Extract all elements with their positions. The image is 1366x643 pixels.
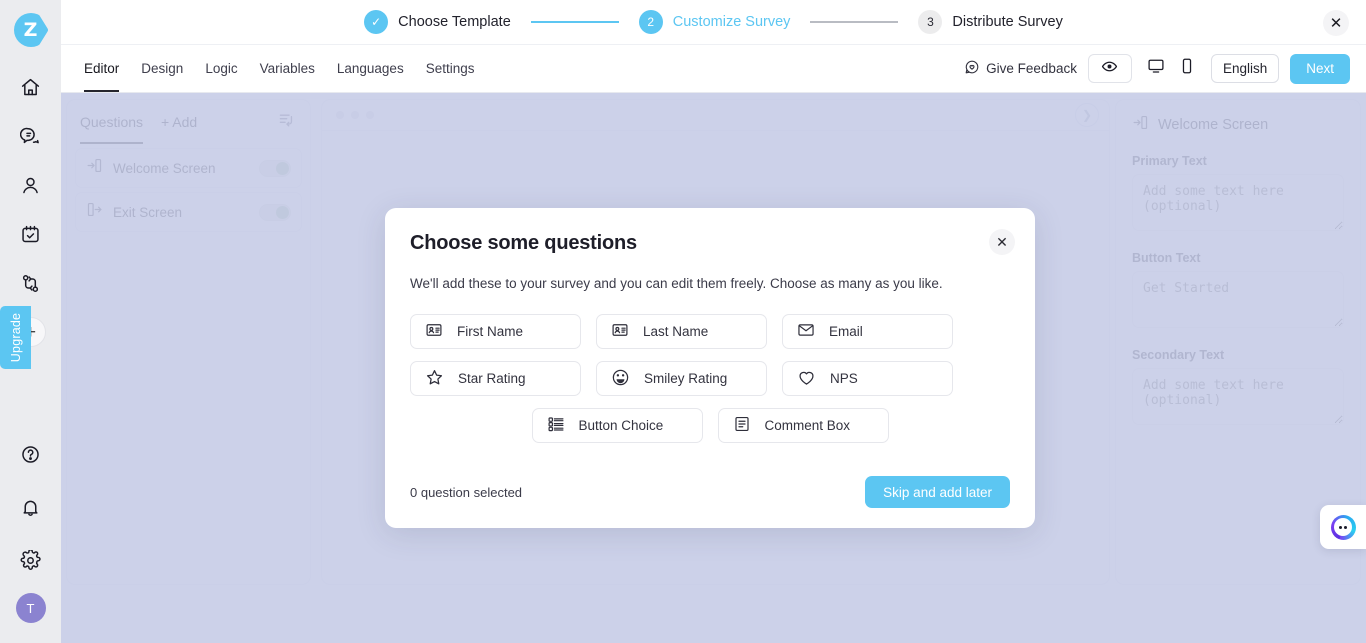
gear-icon	[20, 549, 41, 571]
contact-card-icon	[611, 321, 629, 342]
eye-icon	[1101, 58, 1118, 80]
chat-bot-widget[interactable]	[1320, 505, 1366, 549]
contact-card-icon	[425, 321, 443, 342]
toolbar-actions: Give Feedback English Next	[964, 53, 1366, 84]
modal-subtitle: We'll add these to your survey and you c…	[410, 276, 943, 291]
chip-label: First Name	[457, 324, 524, 339]
step-connector-1	[530, 21, 619, 23]
tab-editor[interactable]: Editor	[73, 45, 130, 92]
chip-nps[interactable]: NPS	[782, 361, 953, 396]
chip-comment-box[interactable]: Comment Box	[717, 408, 889, 443]
skip-and-add-later-button[interactable]: Skip and add later	[865, 476, 1010, 508]
sidebar-item-home[interactable]	[11, 67, 51, 107]
chip-star-rating[interactable]: Star Rating	[410, 361, 581, 396]
chip-button-choice[interactable]: Button Choice	[531, 408, 703, 443]
sidebar-item-tasks[interactable]	[11, 214, 51, 254]
preview-button[interactable]	[1087, 54, 1132, 83]
language-selector[interactable]: English	[1210, 54, 1280, 83]
step-bar: ✓ Choose Template 2 Customize Survey 3 D…	[61, 0, 1366, 45]
step-distribute-survey[interactable]: 3 Distribute Survey	[918, 10, 1063, 34]
next-button[interactable]: Next	[1290, 53, 1350, 84]
workflow-icon	[20, 273, 41, 294]
chip-label: Last Name	[643, 324, 709, 339]
mobile-view-button[interactable]	[1174, 56, 1200, 82]
desktop-view-button[interactable]	[1143, 56, 1169, 82]
tab-settings[interactable]: Settings	[415, 45, 486, 92]
heart-icon	[797, 368, 816, 390]
chat-icon	[20, 126, 41, 147]
chat-bot-eye-left	[1339, 525, 1342, 529]
give-feedback-button[interactable]: Give Feedback	[964, 59, 1077, 78]
chip-row-1: First Name Last Name Email	[410, 314, 1010, 349]
give-feedback-label: Give Feedback	[986, 61, 1077, 76]
step-2-marker: 2	[638, 10, 663, 34]
chat-bot-eye-right	[1344, 525, 1347, 529]
chip-smiley-rating[interactable]: Smiley Rating	[596, 361, 767, 396]
chip-last-name[interactable]: Last Name	[596, 314, 767, 349]
tab-design[interactable]: Design	[130, 45, 194, 92]
smiley-icon	[611, 368, 630, 390]
step-2-label: Customize Survey	[672, 14, 791, 30]
question-type-chips: First Name Last Name Email Star Rating S…	[410, 314, 1010, 443]
app-root: Z Upgrade T ✓ Choose Template 2 Customiz…	[0, 0, 1366, 643]
sidebar-item-inbox[interactable]	[11, 116, 51, 156]
chip-label: Button Choice	[578, 418, 664, 433]
modal-title: Choose some questions	[410, 232, 637, 254]
chip-label: NPS	[830, 371, 858, 386]
step-connector-2	[810, 21, 899, 23]
list-choice-icon	[547, 415, 565, 436]
modal-footer: 0 question selected Skip and add later	[410, 476, 1010, 508]
feedback-heart-chat-icon	[964, 59, 980, 78]
choose-questions-modal: Choose some questions ✕ We'll add these …	[385, 208, 1035, 528]
bell-icon	[20, 497, 41, 518]
sidebar-item-workflows[interactable]	[11, 263, 51, 303]
step-1-label: Choose Template	[398, 14, 511, 30]
device-toggle-group	[1143, 56, 1200, 82]
step-3-marker: 3	[918, 10, 943, 34]
app-logo[interactable]: Z	[13, 13, 48, 47]
left-rail: Z Upgrade T	[0, 0, 61, 643]
chip-email[interactable]: Email	[782, 314, 953, 349]
chip-row-2: Star Rating Smiley Rating NPS	[410, 361, 1010, 396]
step-3-label: Distribute Survey	[952, 14, 1063, 30]
tab-languages[interactable]: Languages	[326, 45, 415, 92]
upgrade-button[interactable]: Upgrade	[0, 306, 31, 369]
chip-row-3: Button Choice Comment Box	[410, 408, 1010, 443]
chip-label: Smiley Rating	[644, 371, 728, 386]
chat-bot-icon	[1330, 514, 1356, 540]
chip-label: Star Rating	[458, 371, 526, 386]
envelope-icon	[797, 321, 815, 342]
chip-label: Email	[829, 324, 863, 339]
star-icon	[425, 368, 444, 390]
chip-label: Comment Box	[764, 418, 851, 433]
mobile-icon	[1178, 57, 1196, 80]
tab-logic[interactable]: Logic	[194, 45, 248, 92]
step-1-marker: ✓	[364, 10, 389, 34]
tab-variables[interactable]: Variables	[249, 45, 326, 92]
step-customize-survey[interactable]: 2 Customize Survey	[638, 10, 791, 34]
step-list: ✓ Choose Template 2 Customize Survey 3 D…	[364, 10, 1063, 34]
task-icon	[20, 224, 41, 245]
selection-count: 0 question selected	[410, 484, 523, 500]
logo-letter: Z	[23, 18, 38, 41]
help-icon	[20, 444, 41, 465]
desktop-icon	[1147, 57, 1165, 80]
user-icon	[20, 175, 41, 196]
home-icon	[20, 77, 41, 98]
settings-button[interactable]	[11, 540, 51, 580]
chat-bot-face	[1334, 518, 1352, 536]
step-choose-template[interactable]: ✓ Choose Template	[364, 10, 511, 34]
editor-tabs: Editor Design Logic Variables Languages …	[73, 45, 485, 92]
comment-box-icon	[733, 415, 751, 436]
help-button[interactable]	[11, 434, 51, 474]
avatar[interactable]: T	[15, 593, 46, 623]
sidebar-item-contacts[interactable]	[11, 165, 51, 205]
editor-toolbar: Editor Design Logic Variables Languages …	[61, 45, 1366, 93]
close-wizard-button[interactable]: ✕	[1323, 10, 1349, 36]
modal-close-button[interactable]: ✕	[989, 229, 1015, 255]
notifications-button[interactable]	[11, 487, 51, 527]
rail-bottom-nav: T	[0, 434, 61, 623]
chip-first-name[interactable]: First Name	[410, 314, 581, 349]
rail-nav	[11, 67, 51, 303]
